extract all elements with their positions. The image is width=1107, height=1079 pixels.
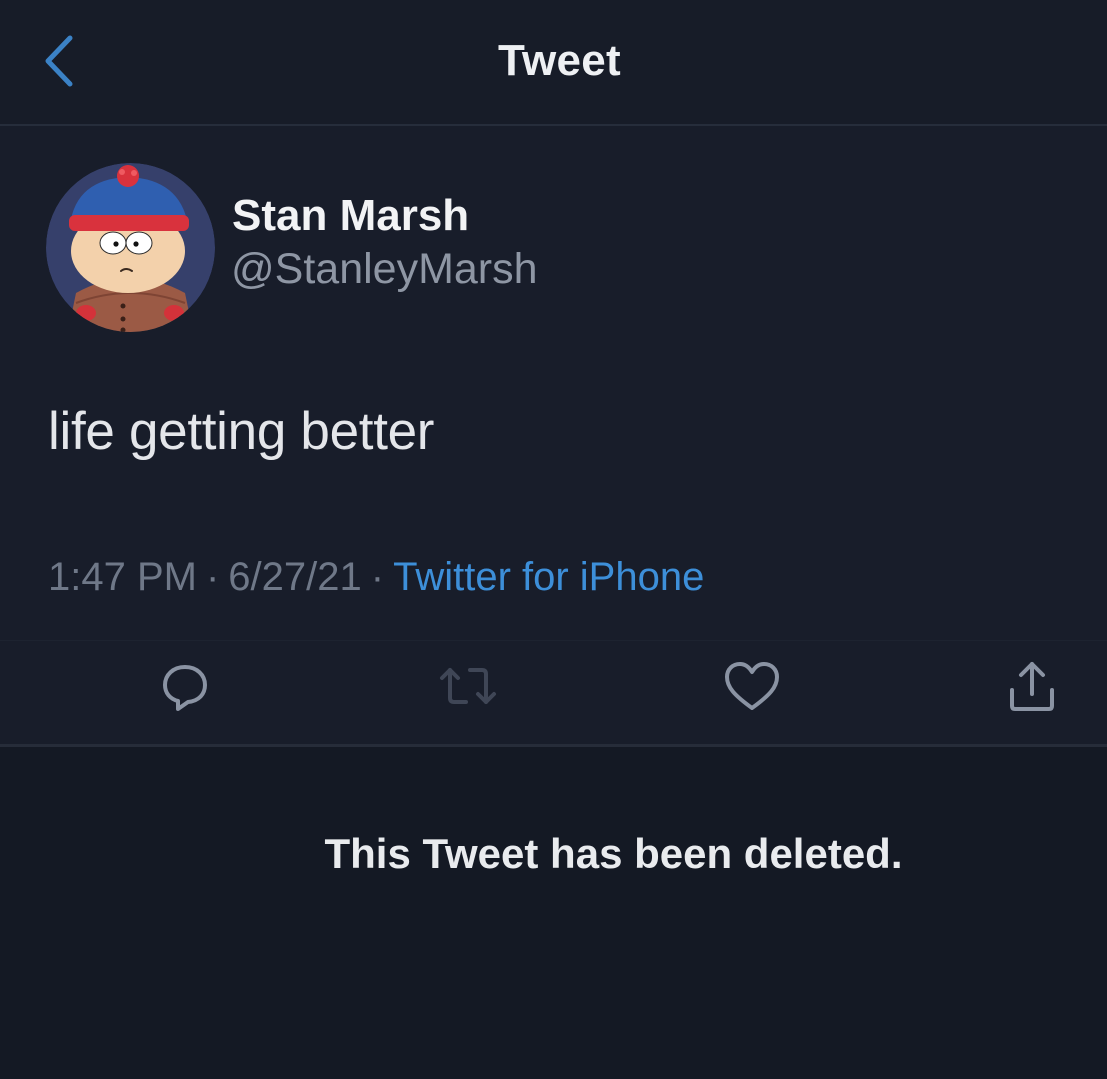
deleted-notice-text: This Tweet has been deleted. (324, 830, 903, 877)
tweet-screen: Tweet Stan Marsh @StanleyMarsh life gett… (0, 0, 1107, 1079)
divider (0, 640, 1107, 641)
meta-separator: · (205, 555, 220, 599)
stan-marsh-avatar-image (46, 163, 215, 332)
meta-separator: · (370, 555, 385, 599)
tweet-date: 6/27/21 (228, 555, 362, 599)
reply-bubble-icon (163, 665, 207, 711)
avatar[interactable] (46, 163, 215, 332)
page-title: Tweet (498, 36, 621, 85)
heart-icon (725, 662, 779, 710)
retweet-button[interactable] (436, 654, 500, 718)
tweet-text: life getting better (48, 402, 435, 461)
share-button[interactable] (1000, 654, 1064, 718)
user-handle[interactable]: @StanleyMarsh (231, 245, 538, 294)
tweet-source-link[interactable]: Twitter for iPhone (393, 555, 704, 599)
top-bar: Tweet (0, 0, 1107, 126)
retweet-icon (440, 668, 496, 704)
tweet-time: 1:47 PM (48, 555, 197, 599)
like-button[interactable] (720, 654, 784, 718)
deleted-tweet-notice (0, 747, 1107, 1079)
tweet-meta: 1:47 PM · 6/27/21 · Twitter for iPhone (48, 555, 704, 600)
display-name[interactable]: Stan Marsh (232, 191, 469, 241)
share-icon (1010, 662, 1054, 711)
reply-button[interactable] (153, 654, 217, 718)
